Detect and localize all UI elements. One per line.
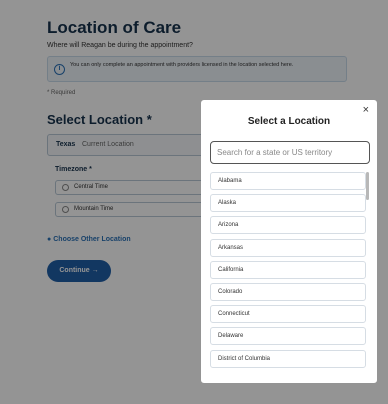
list-item[interactable]: Alaska: [210, 194, 366, 213]
list-item[interactable]: Delaware: [210, 327, 366, 346]
location-list: Alabama Alaska Arizona Arkansas Californ…: [210, 172, 366, 372]
list-item[interactable]: Arkansas: [210, 238, 366, 257]
select-location-modal: × Select a Location Alabama Alaska Arizo…: [201, 100, 377, 383]
list-item[interactable]: Alabama: [210, 172, 366, 190]
list-item[interactable]: Colorado: [210, 282, 366, 301]
location-search-input[interactable]: [210, 141, 370, 164]
modal-title: Select a Location: [247, 116, 331, 127]
list-item[interactable]: Arizona: [210, 216, 366, 235]
list-item[interactable]: Connecticut: [210, 305, 366, 324]
list-scrollbar[interactable]: [366, 172, 369, 200]
list-item[interactable]: California: [210, 260, 366, 279]
list-item[interactable]: District of Columbia: [210, 349, 366, 368]
close-icon[interactable]: ×: [363, 104, 369, 116]
